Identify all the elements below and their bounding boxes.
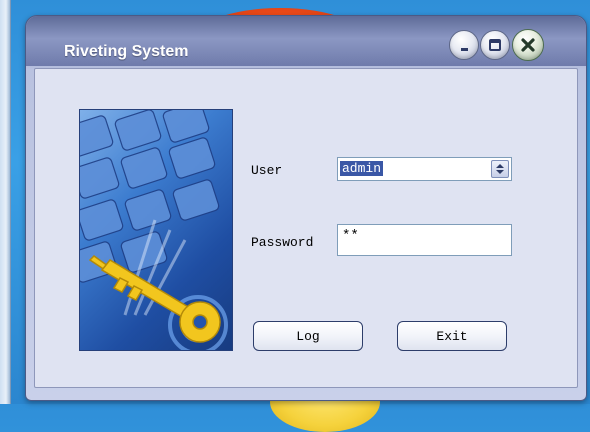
maximize-button[interactable]: [480, 30, 510, 60]
dialog-client-area: User admin Password ** Log Exit: [34, 68, 578, 388]
keyboard-key-icon: [80, 110, 228, 350]
login-illustration: [79, 109, 233, 351]
window-title: Riveting System: [64, 43, 189, 60]
password-field[interactable]: **: [337, 224, 512, 256]
log-button[interactable]: Log: [253, 321, 363, 351]
user-label: User: [251, 163, 283, 178]
password-value: **: [342, 228, 359, 244]
exit-button[interactable]: Exit: [397, 321, 507, 351]
close-button[interactable]: [512, 29, 544, 61]
maximize-icon: [489, 39, 501, 51]
user-value: admin: [340, 161, 384, 176]
desktop-left-panel: [0, 0, 11, 404]
login-window: Riveting System User admin Password ** L…: [25, 15, 587, 401]
user-dropdown-button[interactable]: [491, 160, 509, 178]
minimize-button[interactable]: [449, 30, 479, 60]
password-label: Password: [251, 235, 314, 250]
user-dropdown[interactable]: admin: [337, 157, 512, 181]
title-bar[interactable]: Riveting System: [26, 16, 586, 66]
minimize-icon: [461, 48, 468, 51]
close-icon: [521, 38, 535, 52]
spin-arrows-icon: [496, 164, 504, 174]
